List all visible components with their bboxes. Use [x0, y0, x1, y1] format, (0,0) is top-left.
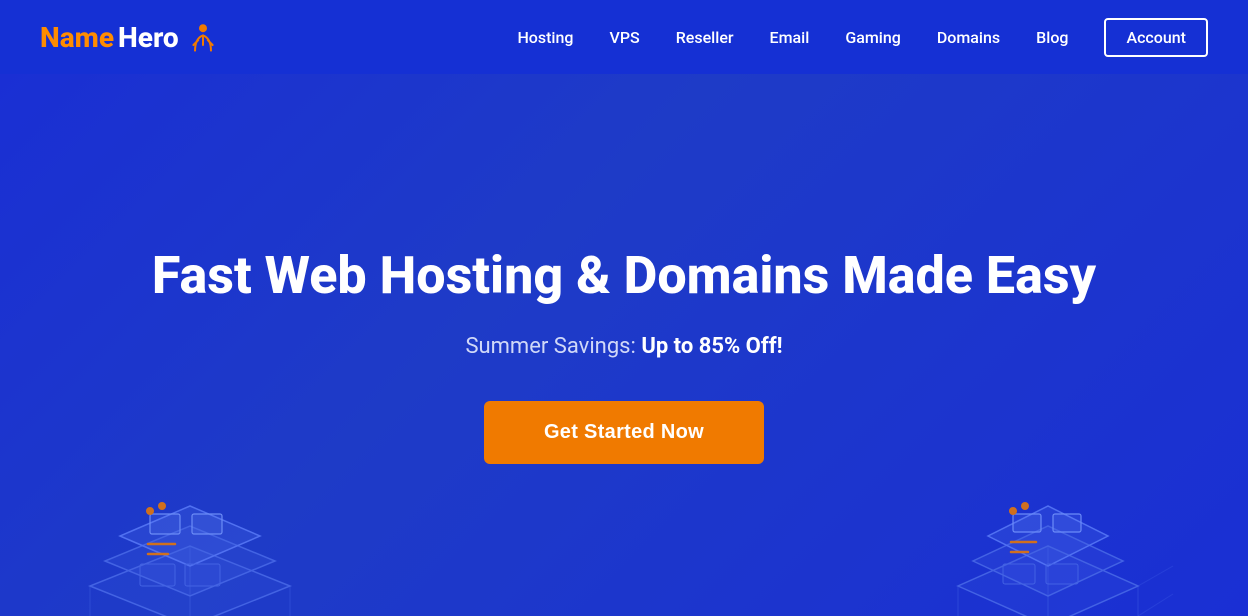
subtitle-bold: Up to 85% Off!: [641, 334, 782, 359]
logo-name: Name: [40, 21, 114, 54]
nav-blog[interactable]: Blog: [1036, 28, 1068, 47]
hero-subtitle: Summer Savings: Up to 85% Off!: [465, 334, 782, 359]
account-button[interactable]: Account: [1104, 18, 1208, 57]
deco-right-graphic: [908, 406, 1188, 616]
main-nav: Hosting VPS Reseller Email Gaming Domain…: [517, 18, 1208, 57]
deco-left-graphic: [60, 406, 320, 616]
nav-hosting[interactable]: Hosting: [517, 28, 573, 47]
logo-hero: Hero: [118, 21, 179, 54]
subtitle-normal: Summer Savings:: [465, 334, 641, 359]
site-header: NameHero Hosting VPS Reseller Email Gami…: [0, 0, 1248, 74]
nav-vps[interactable]: VPS: [609, 28, 639, 47]
nav-email[interactable]: Email: [770, 28, 810, 47]
hero-section: Fast Web Hosting & Domains Made Easy Sum…: [0, 74, 1248, 616]
hero-title: Fast Web Hosting & Domains Made Easy: [152, 246, 1096, 306]
get-started-button[interactable]: Get Started Now: [484, 401, 764, 464]
nav-domains[interactable]: Domains: [937, 28, 1000, 47]
logo[interactable]: NameHero: [40, 21, 219, 54]
logo-icon: [187, 21, 219, 53]
nav-gaming[interactable]: Gaming: [845, 28, 901, 47]
nav-reseller[interactable]: Reseller: [676, 28, 734, 47]
